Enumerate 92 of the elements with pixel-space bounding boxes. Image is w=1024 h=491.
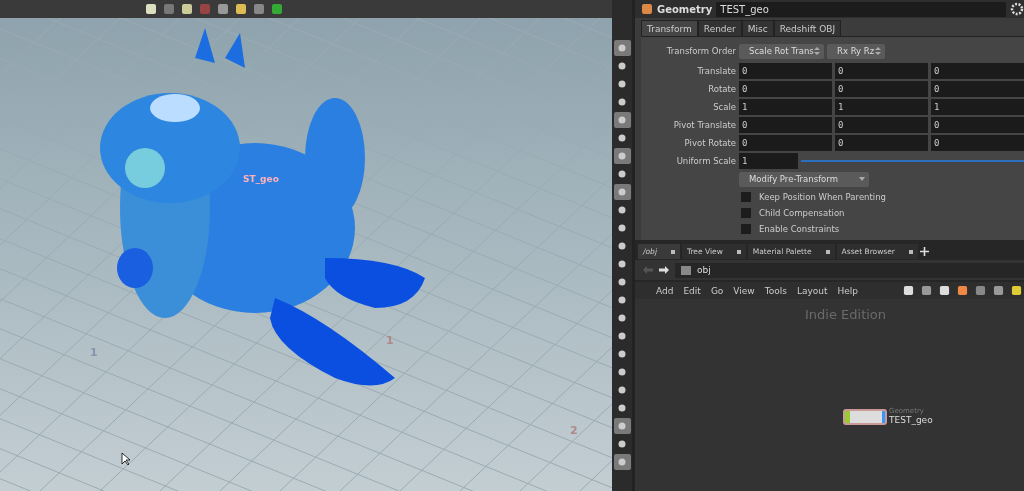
- tool-icon: [617, 241, 628, 251]
- object-label: ST_geo: [243, 174, 279, 184]
- tool-icon: [617, 457, 628, 467]
- tool-icon: [617, 43, 628, 53]
- menu-item[interactable]: Tools: [759, 285, 792, 296]
- tool-icon: [617, 205, 628, 215]
- checkbox[interactable]: [741, 224, 751, 234]
- tab-close-icon[interactable]: [736, 249, 741, 254]
- settings-icon[interactable]: [1010, 2, 1024, 16]
- tool-icon: [617, 169, 628, 179]
- tool-icon: [617, 115, 628, 125]
- shelf-tool[interactable]: [613, 418, 631, 434]
- checkbox-label: Child Compensation: [759, 208, 845, 218]
- checkbox[interactable]: [741, 208, 751, 218]
- tool-icon: [617, 439, 628, 449]
- pre-transform-menu[interactable]: Modify Pre-Transform: [739, 171, 869, 187]
- tab-close-icon[interactable]: [670, 249, 675, 254]
- order-menu[interactable]: Rx Ry Rz: [827, 43, 885, 59]
- parameter-tab[interactable]: Misc: [741, 20, 774, 36]
- number-field[interactable]: 0: [931, 63, 1024, 79]
- menu-item[interactable]: Go: [705, 285, 729, 296]
- tab-close-icon[interactable]: [825, 249, 830, 254]
- field-label: Pivot Translate: [672, 120, 736, 130]
- field-label: Uniform Scale: [675, 156, 736, 166]
- tool-icon: [617, 367, 628, 377]
- caret-icon: [859, 175, 865, 183]
- cursor-icon: [121, 452, 131, 466]
- tool-icon: [617, 331, 628, 341]
- grid-label: 1: [386, 334, 394, 347]
- shelf-tool[interactable]: [613, 148, 631, 164]
- grid-label: 2: [570, 424, 578, 437]
- tool-icon: [617, 259, 628, 269]
- parameter-tab[interactable]: Redshift OBJ: [773, 20, 842, 36]
- number-field[interactable]: 0: [931, 81, 1024, 97]
- number-field[interactable]: 1: [739, 153, 798, 169]
- number-field[interactable]: 0: [931, 135, 1024, 151]
- menu-item[interactable]: Help: [832, 285, 864, 296]
- field-label: Rotate: [707, 84, 736, 94]
- tool-icon: [617, 61, 628, 71]
- tool-icon: [617, 277, 628, 287]
- menu-item[interactable]: Layout: [791, 285, 833, 296]
- tool-icon: [617, 79, 628, 89]
- path-field[interactable]: obj: [675, 262, 1024, 278]
- checkbox-label: Keep Position When Parenting: [759, 192, 886, 202]
- menu-item[interactable]: View: [728, 285, 760, 296]
- tool-icon: [617, 223, 628, 233]
- tool-icon: [617, 151, 628, 161]
- tool-icon: [617, 421, 628, 431]
- field-label: Transform Order: [665, 46, 736, 56]
- tool-icon: [617, 187, 628, 197]
- shelf-tool[interactable]: [613, 40, 631, 56]
- menu-item[interactable]: Add: [651, 285, 679, 296]
- number-field[interactable]: 1: [931, 99, 1024, 115]
- node-type-label: Geometry: [657, 3, 713, 15]
- tool-icon: [617, 349, 628, 359]
- number-field[interactable]: 0: [739, 63, 832, 79]
- number-field[interactable]: 0: [835, 63, 928, 79]
- spinner-icon: [814, 47, 820, 55]
- checkbox-label: Enable Constraints: [759, 224, 840, 234]
- shelf-tool[interactable]: [613, 184, 631, 200]
- spinner-icon: [875, 47, 881, 55]
- parameter-tab[interactable]: Transform: [641, 20, 698, 36]
- node-name-label: TEST_geo: [889, 415, 933, 425]
- number-field[interactable]: 0: [835, 117, 928, 133]
- field-label: Pivot Rotate: [683, 138, 736, 148]
- tool-icon: [617, 97, 628, 107]
- forward-arrow-icon[interactable]: [659, 266, 669, 274]
- field-label: Translate: [696, 66, 736, 76]
- tool-icon: [617, 385, 628, 395]
- checkbox[interactable]: [741, 192, 751, 202]
- number-field[interactable]: 1: [739, 99, 832, 115]
- number-field[interactable]: 0: [931, 117, 1024, 133]
- number-field[interactable]: 1: [835, 99, 928, 115]
- parameter-tab[interactable]: Render: [697, 20, 742, 36]
- tool-icon: [617, 313, 628, 323]
- plus-icon[interactable]: [919, 247, 929, 256]
- menu-item[interactable]: Edit: [678, 285, 706, 296]
- number-field[interactable]: 0: [739, 117, 832, 133]
- tool-icon: [617, 295, 628, 305]
- tool-icon: [617, 133, 628, 143]
- tab-close-icon[interactable]: [908, 249, 913, 254]
- geometry-node[interactable]: [843, 409, 887, 425]
- number-field[interactable]: 0: [739, 81, 832, 97]
- order-menu[interactable]: Scale Rot Trans: [739, 43, 824, 59]
- field-label: Scale: [712, 102, 736, 112]
- shelf-tool[interactable]: [613, 454, 631, 470]
- tool-icon: [617, 403, 628, 413]
- number-field[interactable]: 0: [739, 135, 832, 151]
- node-name-field[interactable]: TEST_geo: [716, 1, 1006, 17]
- shelf-tool[interactable]: [613, 112, 631, 128]
- number-field[interactable]: 0: [835, 81, 928, 97]
- number-field[interactable]: 0: [835, 135, 928, 151]
